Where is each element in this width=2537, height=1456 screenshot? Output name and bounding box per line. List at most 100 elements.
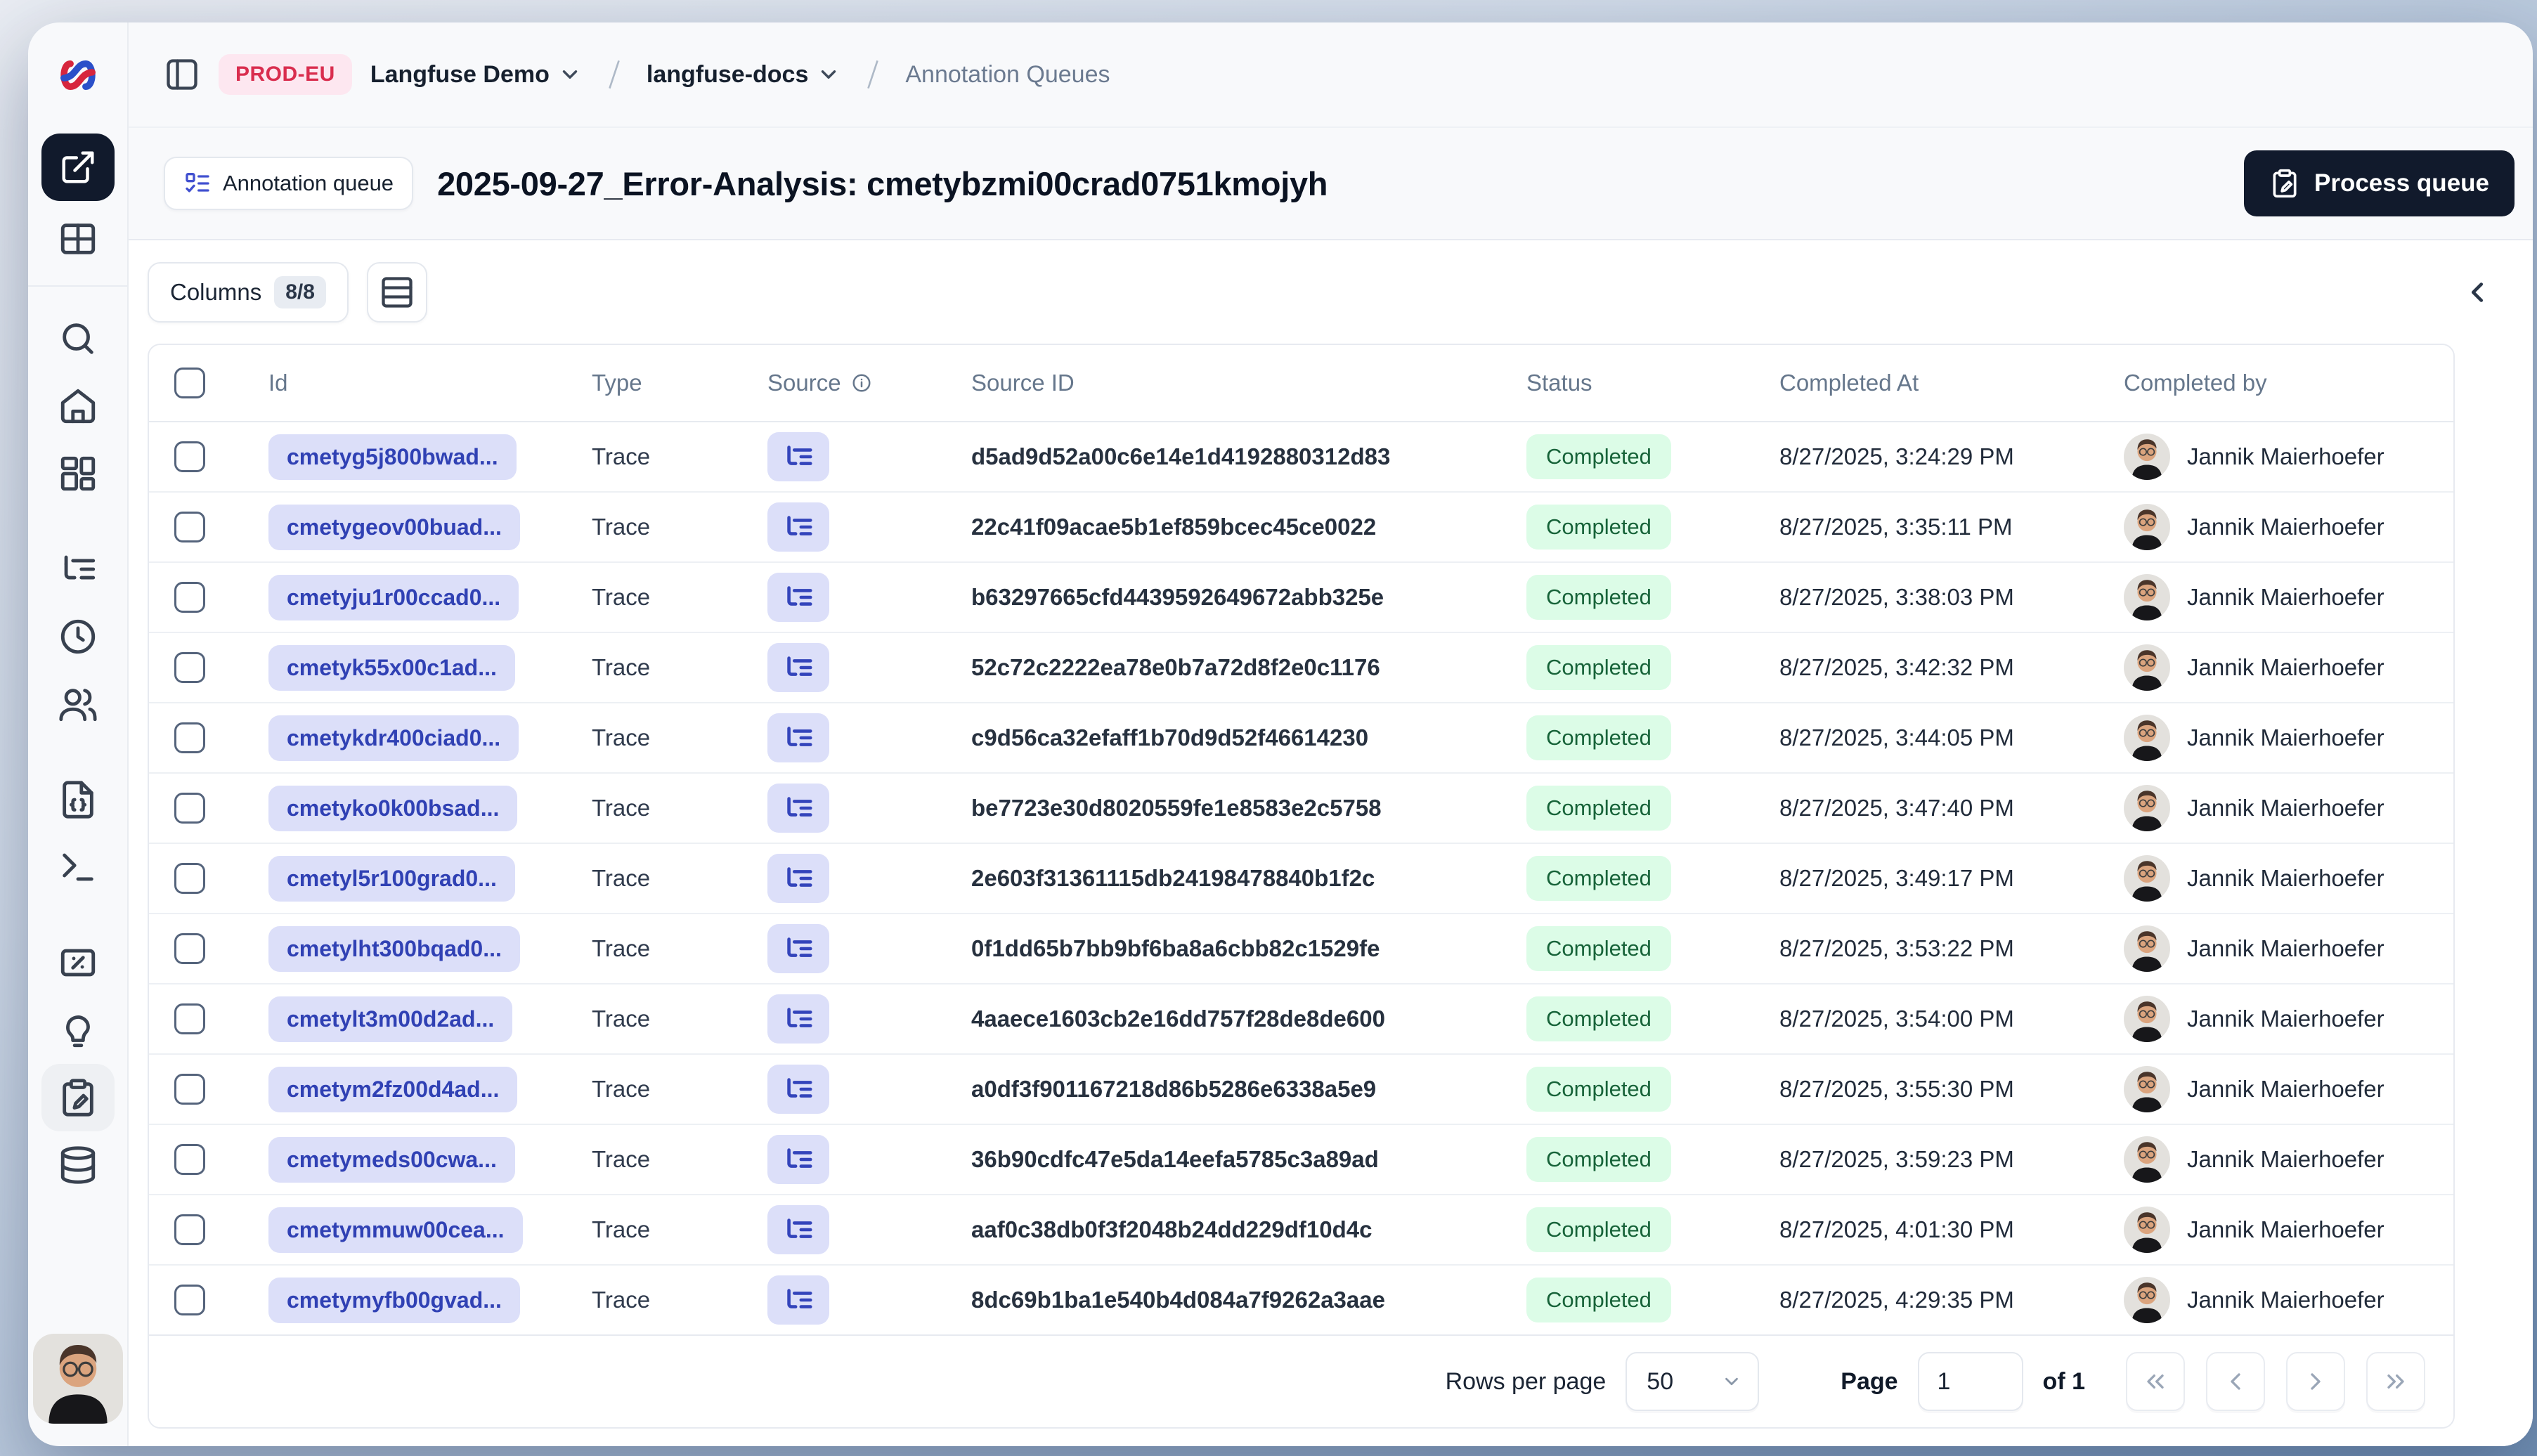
- sidebar-item-prompts[interactable]: [41, 766, 115, 833]
- row-checkbox[interactable]: [174, 933, 205, 964]
- project-selector[interactable]: langfuse-docs: [647, 61, 841, 89]
- select-all-checkbox[interactable]: [174, 368, 205, 398]
- info-icon[interactable]: [851, 372, 872, 394]
- source-trace-button[interactable]: [767, 713, 829, 762]
- list-tree-icon: [782, 1073, 815, 1105]
- sidebar-item-evaluation[interactable]: [41, 929, 115, 996]
- row-checkbox[interactable]: [174, 652, 205, 683]
- source-trace-button[interactable]: [767, 1135, 829, 1184]
- table-row[interactable]: cmetylt3m00d2ad... Trace 4aaece1603cb2e1…: [149, 984, 2453, 1055]
- user-avatar[interactable]: [32, 1334, 123, 1424]
- item-id-badge[interactable]: cmetyl5r100grad0...: [268, 855, 515, 902]
- item-id-badge[interactable]: cmetym2fz00d4ad...: [268, 1066, 518, 1112]
- row-checkbox[interactable]: [174, 1144, 205, 1175]
- row-checkbox[interactable]: [174, 1003, 205, 1034]
- completed-by-avatar: [2124, 785, 2170, 831]
- row-checkbox[interactable]: [174, 512, 205, 542]
- table-row[interactable]: cmetyju1r00ccad0... Trace b63297665cfd44…: [149, 563, 2453, 633]
- row-checkbox[interactable]: [174, 1214, 205, 1245]
- sidebar-item-playground[interactable]: [41, 833, 115, 901]
- columns-button[interactable]: Columns 8/8: [148, 261, 349, 323]
- clipboard-pen-icon: [58, 1077, 98, 1118]
- row-height-button[interactable]: [366, 261, 427, 323]
- next-page-button[interactable]: [2286, 1352, 2345, 1411]
- completed-at: 8/27/2025, 3:35:11 PM: [1779, 514, 2013, 540]
- sidebar-item-annotation-queues[interactable]: [41, 1064, 115, 1131]
- process-queue-button[interactable]: Process queue: [2244, 150, 2515, 216]
- table-row[interactable]: cmetyko0k00bsad... Trace be7723e30d80205…: [149, 774, 2453, 844]
- source-trace-button[interactable]: [767, 432, 829, 481]
- sidebar-item-search[interactable]: [41, 305, 115, 372]
- table-footer: Rows per page 50 Page of 1: [149, 1336, 2453, 1427]
- item-id-badge[interactable]: cmetyju1r00ccad0...: [268, 574, 519, 620]
- item-id-badge[interactable]: cmetyko0k00bsad...: [268, 785, 518, 831]
- item-id-badge[interactable]: cmetymyfb00gvad...: [268, 1277, 520, 1323]
- sidebar-item-insights[interactable]: [41, 996, 115, 1064]
- row-checkbox[interactable]: [174, 1074, 205, 1105]
- item-id-badge[interactable]: cmetyg5j800bwad...: [268, 434, 517, 480]
- table-row[interactable]: cmetygeov00buad... Trace 22c41f09acae5b1…: [149, 493, 2453, 563]
- row-checkbox[interactable]: [174, 863, 205, 894]
- item-id-badge[interactable]: cmetylt3m00d2ad...: [268, 996, 513, 1042]
- item-id-badge[interactable]: cmetymeds00cwa...: [268, 1136, 515, 1183]
- breadcrumb: PROD-EU Langfuse Demo langfuse-docs Anno…: [129, 22, 2533, 128]
- completed-by-avatar: [2124, 504, 2170, 550]
- clock-icon: [58, 616, 98, 657]
- source-trace-button[interactable]: [767, 1065, 829, 1114]
- completed-at: 8/27/2025, 3:49:17 PM: [1779, 865, 2014, 891]
- row-checkbox[interactable]: [174, 793, 205, 824]
- table-row[interactable]: cmetymyfb00gvad... Trace 8dc69b1ba1e540b…: [149, 1266, 2453, 1336]
- rows-icon: [379, 274, 415, 311]
- row-checkbox[interactable]: [174, 441, 205, 472]
- chevron-right-icon: [2302, 1367, 2330, 1396]
- collapse-panel-button[interactable]: [2454, 269, 2500, 316]
- sidebar-item-datasets[interactable]: [41, 1131, 115, 1199]
- sidebar-item-tracing[interactable]: [41, 535, 115, 603]
- page-number-input[interactable]: [1917, 1352, 2023, 1411]
- source-trace-button[interactable]: [767, 643, 829, 692]
- table-row[interactable]: cmetymeds00cwa... Trace 36b90cdfc47e5da1…: [149, 1125, 2453, 1195]
- item-id-badge[interactable]: cmetymmuw00cea...: [268, 1207, 523, 1253]
- item-id-badge[interactable]: cmetyk55x00c1ad...: [268, 644, 515, 691]
- row-checkbox[interactable]: [174, 1285, 205, 1315]
- source-trace-button[interactable]: [767, 1205, 829, 1254]
- completed-at: 8/27/2025, 3:53:22 PM: [1779, 935, 2014, 961]
- status-badge: Completed: [1526, 645, 1671, 690]
- row-checkbox[interactable]: [174, 722, 205, 753]
- sidebar-item-users[interactable]: [41, 670, 115, 738]
- table-row[interactable]: cmetykdr400ciad0... Trace c9d56ca32efaff…: [149, 703, 2453, 774]
- sidebar-item-dashboards[interactable]: [41, 440, 115, 507]
- source-trace-button[interactable]: [767, 994, 829, 1044]
- previous-page-button[interactable]: [2206, 1352, 2265, 1411]
- last-page-button[interactable]: [2366, 1352, 2425, 1411]
- row-checkbox[interactable]: [174, 582, 205, 613]
- source-trace-button[interactable]: [767, 924, 829, 973]
- table-row[interactable]: cmetyk55x00c1ad... Trace 52c72c2222ea78e…: [149, 633, 2453, 703]
- source-trace-button[interactable]: [767, 573, 829, 622]
- chevrons-left-icon: [2141, 1367, 2169, 1396]
- list-tree-icon: [782, 581, 815, 613]
- source-trace-button[interactable]: [767, 1275, 829, 1325]
- item-id-badge[interactable]: cmetykdr400ciad0...: [268, 715, 519, 761]
- table-row[interactable]: cmetymmuw00cea... Trace aaf0c38db0f3f204…: [149, 1195, 2453, 1266]
- item-type: Trace: [592, 795, 651, 821]
- source-trace-button[interactable]: [767, 502, 829, 552]
- sidebar-item-tables[interactable]: [41, 205, 115, 273]
- table-row[interactable]: cmetym2fz00d4ad... Trace a0df3f901167218…: [149, 1055, 2453, 1125]
- org-selector[interactable]: Langfuse Demo: [370, 61, 582, 89]
- item-id-badge[interactable]: cmetylht300bqad0...: [268, 925, 520, 972]
- rows-per-page-select[interactable]: 50: [1626, 1352, 1760, 1411]
- source-trace-button[interactable]: [767, 784, 829, 833]
- status-badge: Completed: [1526, 786, 1671, 831]
- first-page-button[interactable]: [2126, 1352, 2185, 1411]
- table-row[interactable]: cmetyl5r100grad0... Trace 2e603f31361115…: [149, 844, 2453, 914]
- table-row[interactable]: cmetyg5j800bwad... Trace d5ad9d52a00c6e1…: [149, 422, 2453, 493]
- table-row[interactable]: cmetylht300bqad0... Trace 0f1dd65b7bb9bf…: [149, 914, 2453, 984]
- source-trace-button[interactable]: [767, 854, 829, 903]
- annotation-queue-badge: Annotation queue: [164, 157, 414, 210]
- open-external-button[interactable]: [41, 134, 115, 201]
- item-id-badge[interactable]: cmetygeov00buad...: [268, 504, 520, 550]
- sidebar-item-home[interactable]: [41, 372, 115, 440]
- sidebar-item-sessions[interactable]: [41, 603, 115, 670]
- sidebar-toggle-button[interactable]: [164, 56, 200, 93]
